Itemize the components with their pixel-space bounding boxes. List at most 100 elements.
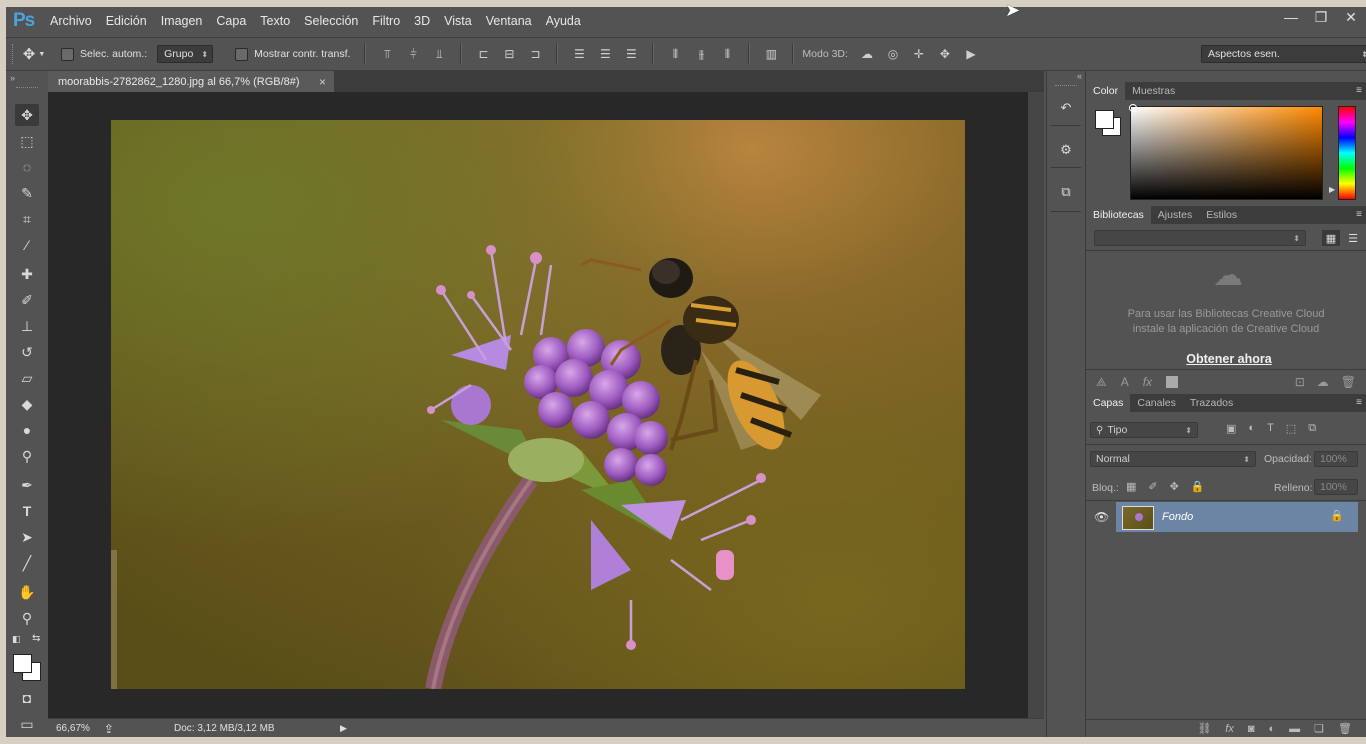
fill-field[interactable]: 100% [1314,479,1358,495]
document-tab[interactable]: moorabbis-2782862_1280.jpg al 66,7% (RGB… [48,71,334,92]
grid-view-icon[interactable]: ▦ [1322,230,1340,246]
color-spectrum-field[interactable] [1130,106,1323,200]
menu-edicion[interactable]: Edición [99,7,154,35]
collapse-icon[interactable]: » [10,73,15,83]
screen-mode-icon[interactable]: ▭ [15,713,39,735]
tab-trazados[interactable]: Trazados [1183,394,1240,412]
menu-archivo[interactable]: Archivo [43,7,99,35]
tab-color[interactable]: Color [1086,82,1126,100]
align-top-icon[interactable]: ⫪ [374,47,400,62]
tab-bibliotecas[interactable]: Bibliotecas [1086,206,1151,224]
opacity-field[interactable]: 100% [1314,451,1358,467]
scale-3d-icon[interactable]: ▶ [958,47,984,61]
add-mask-icon[interactable]: ◙ [1248,723,1255,735]
foreground-color-swatch[interactable] [13,654,32,673]
menu-seleccion[interactable]: Selección [297,7,365,35]
align-right-icon[interactable]: ⊐ [522,47,548,61]
menu-texto[interactable]: Texto [253,7,297,35]
history-panel-icon[interactable]: ↶ [1055,97,1077,119]
add-layer-style-icon[interactable]: fx [1143,375,1152,389]
align-vcenter-icon[interactable]: ⫩ [400,47,426,62]
document-image[interactable] [111,120,965,689]
library-dropdown[interactable]: ⬍ [1094,230,1306,246]
list-view-icon[interactable]: ☰ [1344,230,1362,246]
menu-filtro[interactable]: Filtro [365,7,407,35]
add-color-icon[interactable] [1166,376,1179,388]
add-graphic-icon[interactable]: ⟁ [1096,375,1107,390]
close-button[interactable]: ✕ [1336,7,1366,27]
lock-all-icon[interactable]: 🔒 [1191,480,1205,493]
filter-adjustment-icon[interactable]: ◐ [1248,422,1255,435]
layer-style-icon[interactable]: fx [1225,723,1234,735]
distribute-bottom-icon[interactable]: ☰ [618,47,644,61]
trash-icon[interactable]: 🗑 [1341,375,1356,389]
zoom-level[interactable]: 66,67% [56,723,90,734]
auto-align-icon[interactable]: ▥ [758,47,784,61]
color-picker-ring[interactable] [1129,104,1137,112]
lock-image-icon[interactable]: ✐ [1148,480,1157,493]
brush-tool[interactable]: ✐ [15,289,39,311]
layer-filter-dropdown[interactable]: ⚲ Tipo ⬍ [1090,422,1198,438]
move-tool[interactable]: ✥ [15,104,39,126]
status-menu-arrow-icon[interactable]: ▶ [340,723,347,734]
zoom-tool[interactable]: ⚲ [15,607,39,629]
get-now-link[interactable]: Obtener ahora [1086,352,1366,366]
menu-ventana[interactable]: Ventana [479,7,539,35]
menu-3d[interactable]: 3D [407,7,437,35]
crop-tool[interactable]: ⌗ [15,208,39,230]
fg-color-chip[interactable] [1095,110,1114,129]
tab-capas[interactable]: Capas [1086,394,1131,412]
properties-panel-icon[interactable]: ⚙ [1055,139,1077,161]
lasso-tool[interactable]: ◌ [15,156,39,178]
layer-name[interactable]: Fondo [1162,511,1193,523]
hand-tool[interactable]: ✋ [15,581,39,603]
history-brush-tool[interactable]: ↺ [15,341,39,363]
hue-slider[interactable] [1338,106,1356,200]
canvas-area[interactable] [48,92,1028,718]
menu-ayuda[interactable]: Ayuda [539,7,588,35]
distribute-top-icon[interactable]: ☰ [566,47,592,61]
link-layers-icon[interactable]: ⛓ [1197,722,1211,735]
restore-button[interactable]: ❐ [1306,7,1336,27]
auto-select-checkbox[interactable] [61,47,74,61]
blur-tool[interactable]: ● [15,419,39,441]
adjustment-layer-icon[interactable]: ◐ [1269,723,1276,735]
align-hcenter-icon[interactable]: ⊟ [496,47,522,61]
share-icon[interactable]: ⇪ [104,722,114,736]
filter-shape-icon[interactable]: ⬚ [1286,422,1296,435]
tab-canales[interactable]: Canales [1130,394,1183,412]
lock-position-icon[interactable]: ✥ [1170,480,1179,493]
eyedropper-tool[interactable]: ⁄ [15,234,39,256]
filter-pixel-icon[interactable]: ▣ [1226,422,1236,435]
filter-smart-object-icon[interactable]: ⧉ [1308,422,1316,435]
pen-tool[interactable]: ✒ [15,474,39,496]
dodge-tool[interactable]: ⚲ [15,445,39,467]
align-bottom-icon[interactable]: ⫫ [426,47,452,62]
layer-row[interactable]: 👁 Fondo 🔒 [1086,502,1358,532]
quick-selection-tool[interactable]: ✎ [15,182,39,204]
hue-slider-thumb-icon[interactable]: ▶ [1329,185,1335,194]
roll-3d-icon[interactable]: ◎ [880,47,906,61]
distribute-vcenter-icon[interactable]: ☰ [592,47,618,61]
add-character-style-icon[interactable]: A [1121,375,1129,389]
tab-estilos[interactable]: Estilos [1199,206,1244,224]
menu-vista[interactable]: Vista [437,7,479,35]
quick-mask-icon[interactable]: ◘ [15,687,39,709]
delete-layer-icon[interactable]: 🗑 [1338,722,1352,735]
menu-capa[interactable]: Capa [209,7,253,35]
distribute-hcenter-icon[interactable]: ⫵ [688,47,714,62]
lock-transparent-icon[interactable]: ▦ [1126,480,1136,493]
minimize-button[interactable]: — [1276,7,1306,27]
panel-menu-icon[interactable]: ≡ [1356,394,1362,412]
new-layer-icon[interactable]: ❏ [1314,722,1324,735]
show-transform-checkbox[interactable] [235,47,249,61]
panel-menu-icon[interactable]: ≡ [1356,82,1362,100]
expand-icon[interactable]: « [1077,71,1082,81]
align-left-icon[interactable]: ⊏ [470,47,496,61]
clone-stamp-tool[interactable]: ⊥ [15,315,39,337]
distribute-right-icon[interactable]: ⫴ [714,47,740,62]
distribute-left-icon[interactable]: ⫴ [662,47,688,62]
tab-muestras[interactable]: Muestras [1125,82,1182,100]
default-colors-icon[interactable]: ◧ [12,634,21,645]
stock-icon[interactable]: ⊡ [1295,375,1305,389]
